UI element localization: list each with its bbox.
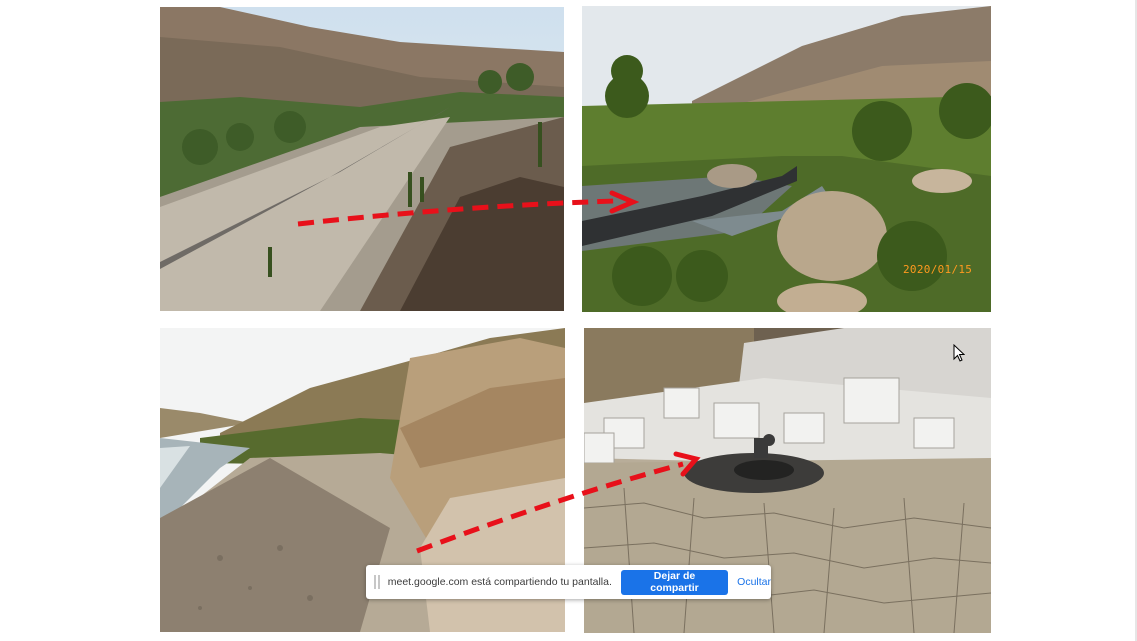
drag-handle-icon[interactable] [374,575,380,589]
hide-button[interactable]: Ocultar [737,576,771,588]
date-stamp: 2020/01/15 [903,263,973,276]
photo-valley-pipeline [160,7,564,311]
mouse-cursor-icon [953,344,965,362]
share-message: meet.google.com está compartiendo tu pan… [387,576,612,588]
screen-share-bar: meet.google.com está compartiendo tu pan… [366,565,771,599]
stop-sharing-button[interactable]: Dejar de compartir [620,569,729,595]
